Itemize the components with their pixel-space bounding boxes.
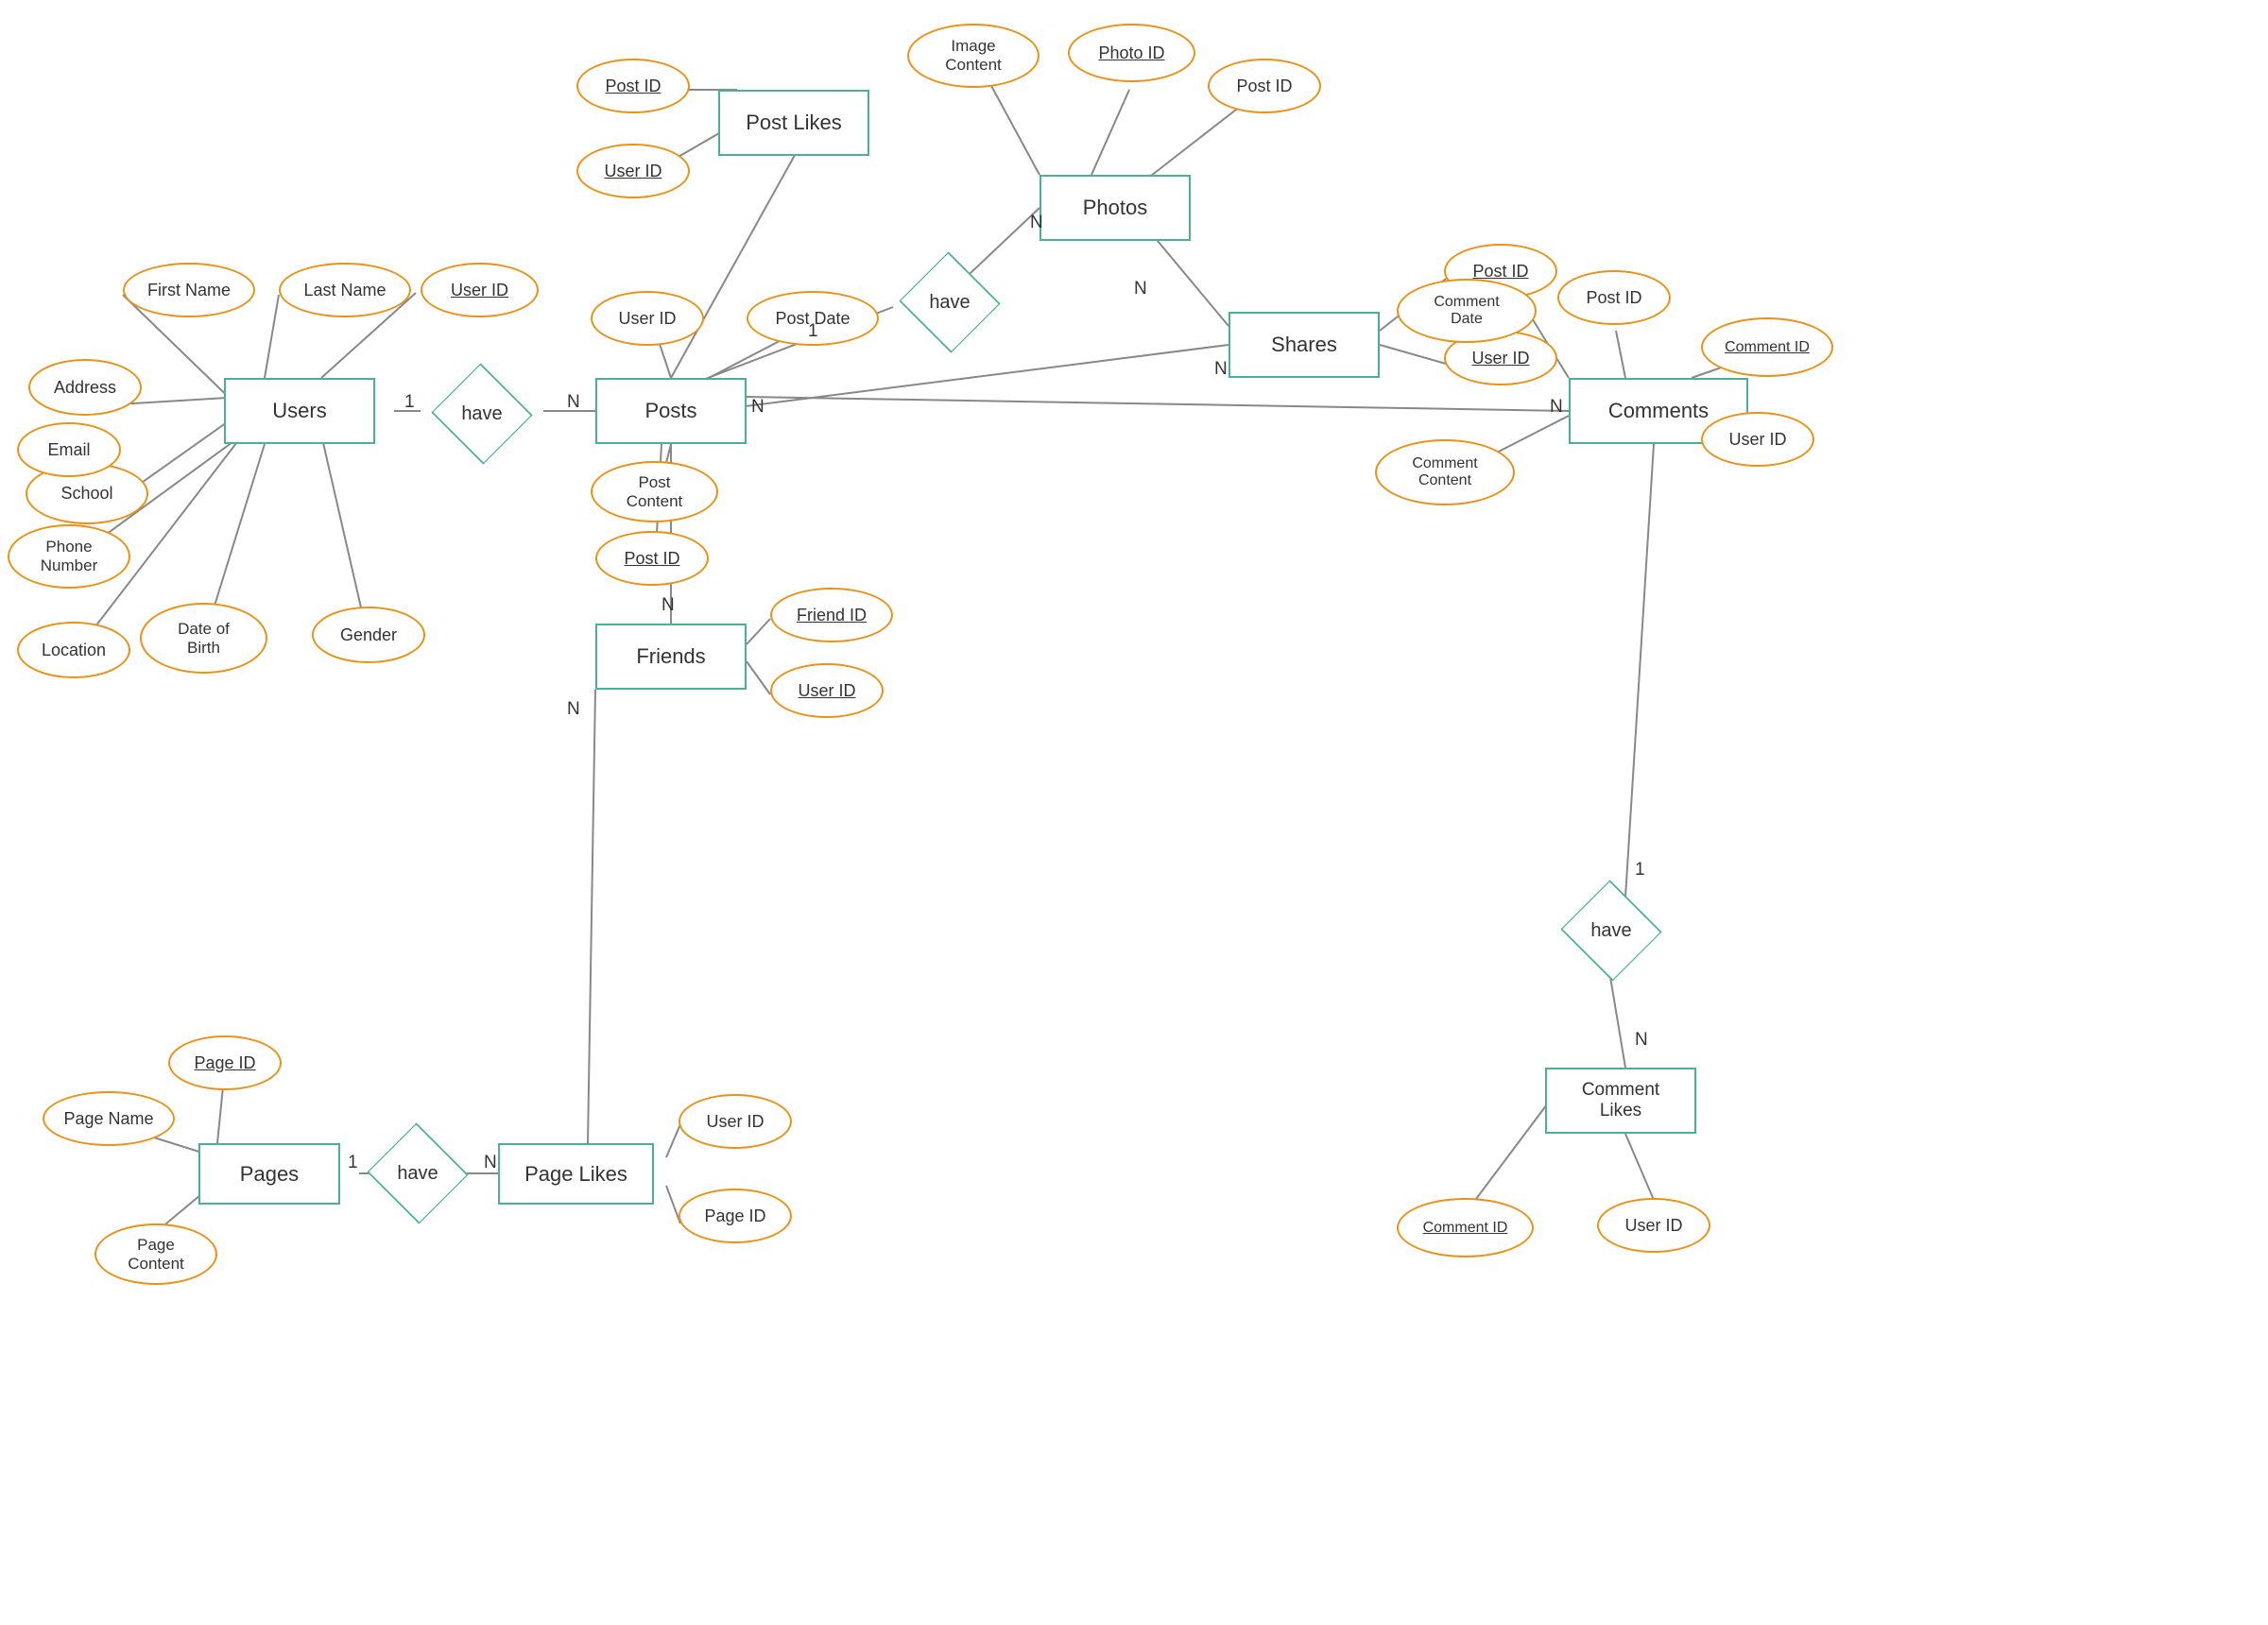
label-1-pages-have: 1	[348, 1153, 358, 1173]
er-diagram: Users Posts Photos Shares Comments Post …	[0, 0, 2268, 1625]
pagelikes-entity: Page Likes	[498, 1143, 654, 1205]
oval-pages-pagecontent: PageContent	[94, 1223, 217, 1285]
label-n-have-commentlikes: N	[1635, 1030, 1648, 1051]
oval-lastname: Last Name	[279, 263, 411, 317]
oval-comments-commentdate: CommentDate	[1397, 279, 1537, 343]
oval-user-userid: User ID	[421, 263, 539, 317]
label-n-photos-shares: N	[1134, 279, 1147, 299]
label-n-have-pagelikes: N	[484, 1153, 497, 1173]
oval-comments-commentid: Comment ID	[1701, 317, 1833, 377]
label-n-posts-friends: N	[662, 595, 675, 616]
photos-entity: Photos	[1040, 175, 1191, 241]
users-entity: Users	[224, 378, 375, 444]
connector-lines	[0, 0, 2268, 1625]
oval-firstname: First Name	[123, 263, 255, 317]
posts-entity: Posts	[595, 378, 747, 444]
label-n-posts-comments: N	[751, 397, 765, 418]
oval-pages-pageid: Page ID	[168, 1035, 282, 1090]
oval-email: Email	[17, 422, 121, 477]
oval-phone: PhoneNumber	[8, 524, 130, 589]
label-n-have-posts: N	[567, 392, 580, 413]
postlikes-entity: Post Likes	[718, 90, 869, 156]
oval-posts-postid: Post ID	[595, 531, 709, 586]
label-n-friends-pages: N	[567, 699, 580, 720]
oval-dob: Date ofBirth	[140, 603, 267, 674]
label-n-have2-photos: N	[1030, 213, 1043, 233]
label-n-posts-shares: N	[1214, 359, 1228, 380]
label-1-users-have: 1	[404, 392, 415, 413]
oval-postlikes-userid: User ID	[576, 144, 690, 198]
oval-pagelikes-pageid: Page ID	[679, 1189, 792, 1243]
oval-friends-friendid: Friend ID	[770, 588, 893, 642]
have-posts-photos-diamond: have	[888, 265, 1011, 340]
oval-posts-userid: User ID	[591, 291, 704, 346]
label-1-posts-have2: 1	[808, 321, 818, 342]
oval-comments-commentcontent: CommentContent	[1375, 439, 1515, 505]
have-comments-diamond: have	[1550, 893, 1673, 968]
shares-entity: Shares	[1228, 312, 1380, 378]
label-n-comments-side: N	[1550, 397, 1563, 418]
oval-commentlikes-userid: User ID	[1597, 1198, 1710, 1253]
oval-commentlikes-commentid: Comment ID	[1397, 1198, 1534, 1257]
label-1-comments-have: 1	[1635, 860, 1645, 881]
oval-location: Location	[17, 622, 130, 678]
oval-pages-pagename: Page Name	[43, 1091, 175, 1146]
oval-address: Address	[28, 359, 142, 416]
oval-pagelikes-userid: User ID	[679, 1094, 792, 1149]
commentlikes-entity: CommentLikes	[1545, 1068, 1696, 1134]
oval-photos-photoid: Photo ID	[1068, 24, 1195, 82]
oval-gender: Gender	[312, 607, 425, 663]
oval-photos-imgcontent: ImageContent	[907, 24, 1040, 88]
pages-entity: Pages	[198, 1143, 340, 1205]
oval-photos-postid: Post ID	[1208, 59, 1321, 113]
friends-entity: Friends	[595, 624, 747, 690]
have-pages-diamond: have	[356, 1136, 479, 1211]
oval-comments-userid: User ID	[1701, 412, 1814, 467]
have-users-posts-diamond: have	[421, 376, 543, 452]
oval-postlikes-postid: Post ID	[576, 59, 690, 113]
oval-posts-postcontent: PostContent	[591, 461, 718, 522]
oval-comments-postid: Post ID	[1557, 270, 1671, 325]
oval-friends-userid: User ID	[770, 663, 884, 718]
